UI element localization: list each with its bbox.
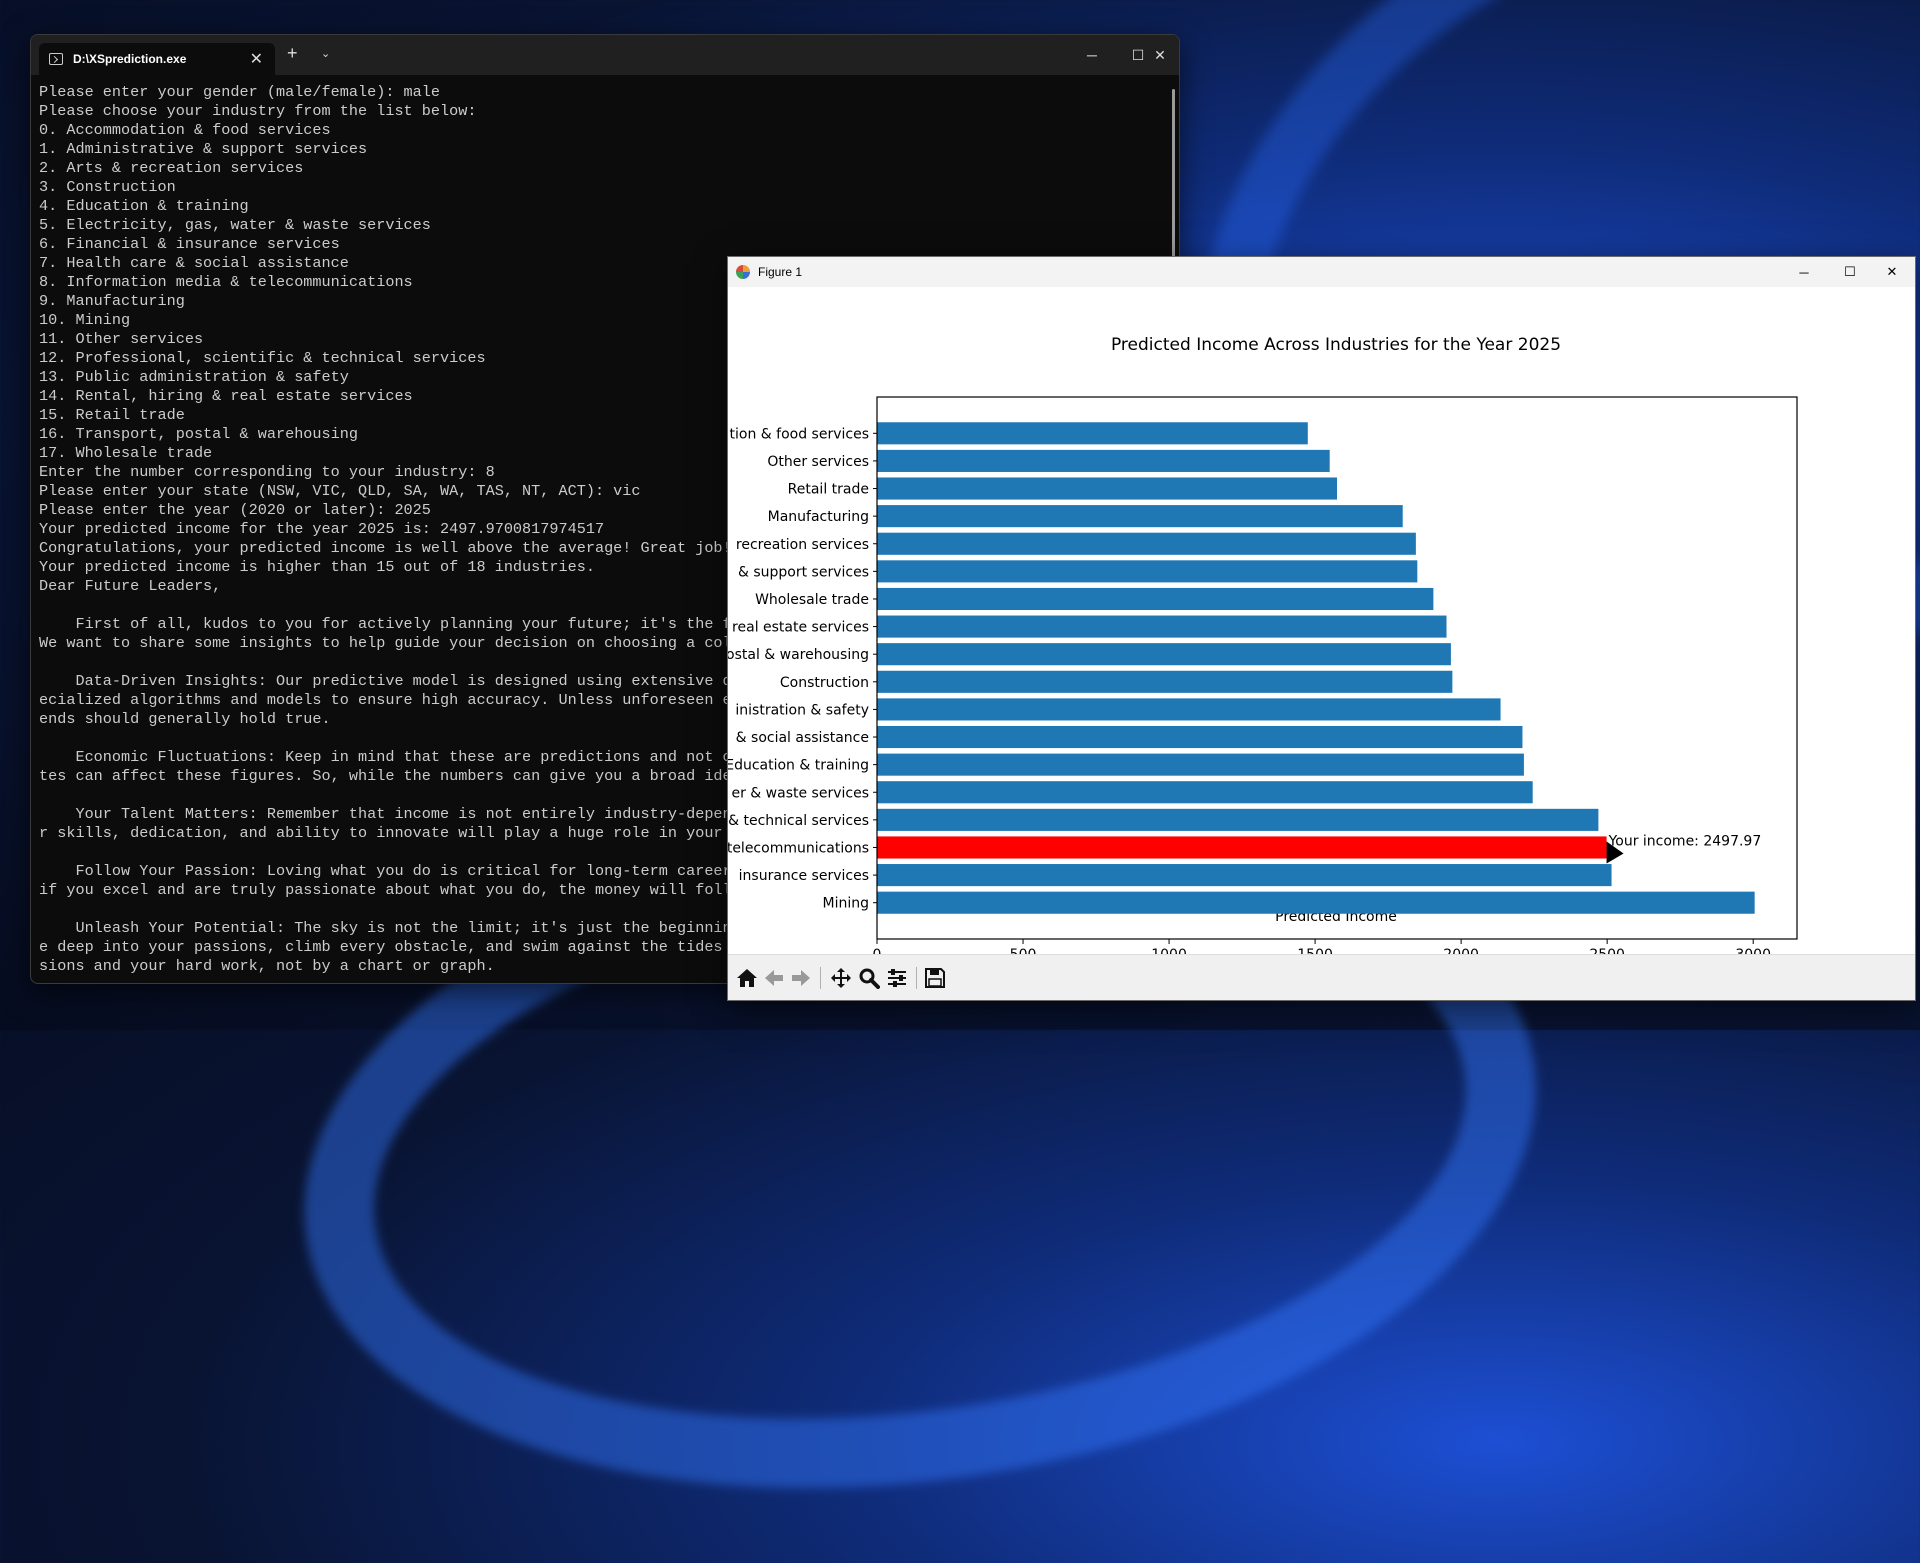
toolbar-separator: [916, 967, 917, 989]
bar: [877, 505, 1403, 528]
x-tick-label: 2000: [1443, 947, 1479, 954]
terminal-line: 2. Arts & recreation services: [39, 159, 304, 177]
x-tick-label: 1500: [1297, 947, 1333, 954]
bar: [877, 643, 1451, 666]
terminal-line: 3. Construction: [39, 178, 176, 196]
y-tick-label: Retail trade: [788, 482, 869, 498]
bar: [877, 532, 1416, 555]
y-tick-label: inistration & safety: [735, 702, 869, 718]
terminal-line: Please enter your gender (male/female): …: [39, 83, 441, 101]
highlight-bar: [877, 836, 1607, 859]
back-arrow-icon[interactable]: [761, 965, 787, 991]
zoom-icon[interactable]: [856, 965, 882, 991]
close-button[interactable]: ✕: [1141, 35, 1179, 75]
y-tick-label: insurance services: [739, 868, 869, 884]
annotation-text: Your income: 2497.97: [1608, 833, 1762, 849]
bar: [877, 753, 1524, 776]
annotation-layer: Your income: 2497.97: [1606, 833, 1762, 864]
y-tick-label: telecommunications: [728, 840, 869, 856]
terminal-titlebar: D:\XSprediction.exe ✕ + ⌄ ─ ☐ ✕: [31, 35, 1179, 75]
forward-arrow-icon[interactable]: [788, 965, 814, 991]
figure-maximize-button[interactable]: ☐: [1827, 257, 1873, 287]
matplotlib-icon: [736, 265, 750, 279]
y-tick-label: Other services: [767, 454, 869, 470]
save-icon[interactable]: [922, 965, 948, 991]
minimize-button[interactable]: ─: [1069, 35, 1115, 75]
x-tick-label: 2500: [1589, 947, 1625, 954]
figure-toolbar: [728, 954, 1915, 1000]
x-ticks: 0 500 1000 1500 2000 2500 3000: [873, 939, 1771, 963]
y-tick-label: recreation services: [736, 537, 869, 553]
bar: [877, 449, 1330, 472]
terminal-line: 6. Financial & insurance services: [39, 235, 340, 253]
bar: [877, 422, 1308, 445]
bar: [877, 587, 1434, 611]
y-tick-label: Mining: [823, 896, 870, 912]
y-tick-label: & support services: [738, 564, 869, 580]
y-tick-label: ostal & warehousing: [728, 647, 869, 663]
y-tick-label: tion & food services: [730, 426, 869, 442]
x-tick-label: 500: [1010, 947, 1037, 954]
bar: [877, 670, 1453, 693]
y-tick-label: er & waste services: [731, 785, 869, 801]
y-tick-label: Education & training: [728, 758, 869, 774]
home-icon[interactable]: [734, 965, 760, 991]
terminal-icon: [49, 53, 63, 65]
terminal-line: 0. Accommodation & food services: [39, 121, 331, 139]
x-tick-label: 0: [873, 947, 882, 954]
figure-title: Figure 1: [758, 265, 803, 279]
x-tick-label: 3000: [1735, 947, 1771, 954]
y-tick-label: & social assistance: [736, 730, 869, 746]
new-tab-button[interactable]: +: [287, 43, 298, 64]
terminal-tab[interactable]: D:\XSprediction.exe ✕: [39, 43, 275, 75]
figure-close-button[interactable]: ✕: [1869, 257, 1915, 287]
tab-dropdown-button[interactable]: ⌄: [321, 47, 330, 60]
bar: [877, 864, 1612, 887]
y-tick-label: real estate services: [732, 620, 869, 636]
y-tick-label: Construction: [780, 675, 869, 691]
configure-subplots-icon[interactable]: [884, 965, 910, 991]
bar: [877, 615, 1447, 638]
terminal-line: 4. Education & training: [39, 197, 249, 215]
bar: [877, 698, 1501, 721]
chart-title: Predicted Income Across Industries for t…: [1111, 335, 1561, 355]
figure-titlebar: Figure 1 ─ ☐ ✕: [728, 257, 1915, 287]
bar: [877, 560, 1418, 583]
pan-icon[interactable]: [828, 965, 854, 991]
bar: [877, 781, 1533, 804]
y-tick-labels: tion & food services Other services Retail…: [728, 426, 877, 912]
y-tick-label: Manufacturing: [768, 509, 869, 525]
bar: [877, 891, 1755, 914]
terminal-line: Please choose your industry from the lis…: [39, 102, 477, 120]
terminal-scrollbar[interactable]: [1172, 89, 1175, 269]
figure-window: Figure 1 ─ ☐ ✕ Predicted Income Across I…: [727, 256, 1916, 1001]
terminal-tab-title: D:\XSprediction.exe: [73, 52, 187, 66]
terminal-line: 5. Electricity, gas, water & waste servi…: [39, 216, 431, 234]
tab-close-icon[interactable]: ✕: [250, 49, 263, 69]
y-tick-label: & technical services: [728, 813, 869, 829]
bar: [877, 725, 1523, 749]
figure-minimize-button[interactable]: ─: [1781, 257, 1827, 287]
figure-canvas[interactable]: Predicted Income Across Industries for t…: [728, 287, 1915, 963]
bar: [877, 477, 1337, 500]
bar: [877, 808, 1599, 831]
bar-chart[interactable]: Predicted Income Across Industries for t…: [728, 287, 1915, 963]
y-tick-label: Wholesale trade: [755, 592, 869, 608]
terminal-line: 1. Administrative & support services: [39, 140, 368, 158]
toolbar-separator: [820, 967, 821, 989]
x-tick-label: 1000: [1151, 947, 1187, 954]
